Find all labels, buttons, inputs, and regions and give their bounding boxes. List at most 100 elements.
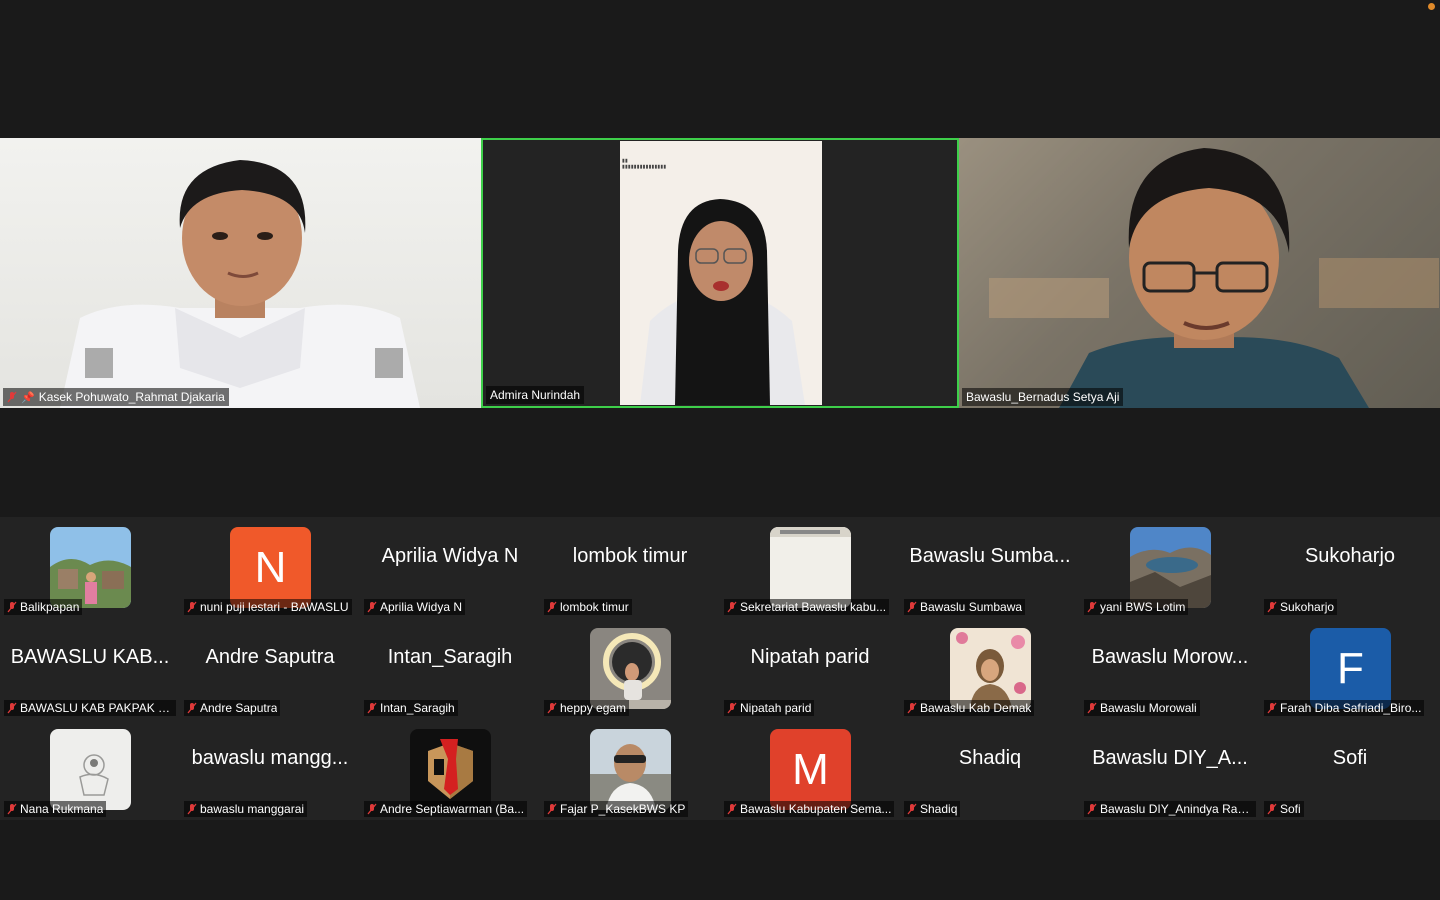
- participant-name: Sekretariat Bawaslu kabu...: [740, 600, 887, 614]
- participant-name-tag: Andre Saputra: [184, 700, 281, 716]
- muted-mic-icon: [1087, 702, 1097, 714]
- gallery-tile[interactable]: Andre Septiawarman (Ba...: [360, 719, 540, 820]
- avatar-letter: F: [1310, 628, 1391, 709]
- gallery-tile[interactable]: yani BWS Lotim: [1080, 517, 1260, 618]
- gallery-tile[interactable]: Bawaslu DIY_A... Bawaslu DIY_Anindya Rac…: [1080, 719, 1260, 820]
- zoom-meeting-window: 📌 Kasek Pohuwato_Rahmat Djakaria ▮▮ ▮▮▮▮▮…: [0, 0, 1440, 900]
- muted-mic-icon: [1087, 803, 1097, 815]
- gallery-tile[interactable]: Shadiq Shadiq: [900, 719, 1080, 820]
- muted-mic-icon: [727, 601, 737, 613]
- gallery-tile[interactable]: Bawaslu Sumba... Bawaslu Sumbawa: [900, 517, 1080, 618]
- participant-name-tag: Sekretariat Bawaslu kabu...: [724, 599, 890, 615]
- participant-name-tag: Bawaslu Sumbawa: [904, 599, 1026, 615]
- gallery-tile[interactable]: Fajar P_KasekBWS KP: [540, 719, 720, 820]
- muted-mic-icon: [907, 601, 917, 613]
- participant-video: [60, 160, 420, 408]
- participant-name: lombok timur: [560, 600, 629, 614]
- gallery-tile[interactable]: lombok timur lombok timur: [540, 517, 720, 618]
- participant-name: Fajar P_KasekBWS KP: [560, 802, 686, 816]
- gallery-tile[interactable]: bawaslu mangg... bawaslu manggarai: [180, 719, 360, 820]
- participant-name-tag: BAWASLU KAB PAKPAK B...: [4, 700, 176, 716]
- muted-mic-icon: [367, 702, 377, 714]
- participant-video: ▮▮ ▮▮▮▮▮▮▮▮▮▮▮▮▮▮▮: [620, 141, 822, 405]
- participant-name: Bawaslu Kab Demak: [920, 701, 1032, 715]
- gallery-tile[interactable]: BAWASLU KAB... BAWASLU KAB PAKPAK B...: [0, 618, 180, 719]
- gallery-tile[interactable]: M Bawaslu Kabupaten Sema...: [720, 719, 900, 820]
- participant-name-tag: Fajar P_KasekBWS KP: [544, 801, 689, 817]
- participant-name-tag: nuni puji lestari - BAWASLU: [184, 599, 352, 615]
- gallery-tile[interactable]: Bawaslu Kab Demak: [900, 618, 1080, 719]
- gallery-tile[interactable]: Sekretariat Bawaslu kabu...: [720, 517, 900, 618]
- video-tile[interactable]: Bawaslu_Bernadus Setya Aji: [959, 138, 1440, 408]
- avatar-letter: M: [770, 729, 851, 810]
- gallery-tile[interactable]: Balikpapan: [0, 517, 180, 618]
- muted-mic-icon: [7, 702, 17, 714]
- muted-mic-icon: [907, 803, 917, 815]
- participant-display-name: BAWASLU KAB...: [10, 646, 170, 668]
- participant-name: Sofi: [1280, 802, 1301, 816]
- participant-display-name: Bawaslu Morow...: [1091, 646, 1249, 668]
- gallery-tile[interactable]: Bawaslu Morow... Bawaslu Morowali: [1080, 618, 1260, 719]
- participant-name-tag: Farah Diba Safriadi_Biro...: [1264, 700, 1425, 716]
- participant-name-tag: bawaslu manggarai: [184, 801, 308, 817]
- participant-name-tag: Bawaslu_Bernadus Setya Aji: [962, 388, 1124, 406]
- gallery-tile[interactable]: F Farah Diba Safriadi_Biro...: [1260, 618, 1440, 719]
- participant-name-tag: heppy egam: [544, 700, 630, 716]
- video-tile-active-speaker[interactable]: ▮▮ ▮▮▮▮▮▮▮▮▮▮▮▮▮▮▮ Admira Nurindah: [481, 138, 959, 408]
- gallery-tile[interactable]: Nipatah parid Nipatah parid: [720, 618, 900, 719]
- participant-name: Balikpapan: [20, 600, 80, 614]
- gallery-tile[interactable]: Intan_Saragih Intan_Saragih: [360, 618, 540, 719]
- muted-mic-icon: [547, 601, 557, 613]
- muted-mic-icon: [367, 803, 377, 815]
- avatar: [50, 527, 131, 608]
- participant-name: Bawaslu Sumbawa: [920, 600, 1023, 614]
- participant-name-tag: Bawaslu DIY_Anindya Rac...: [1084, 801, 1256, 817]
- participant-name: Admira Nurindah: [490, 388, 581, 402]
- recording-indicator: [1428, 3, 1435, 10]
- gallery-tile[interactable]: Sofi Sofi: [1260, 719, 1440, 820]
- gallery-tile[interactable]: N nuni puji lestari - BAWASLU: [180, 517, 360, 618]
- participant-name: Nipatah parid: [740, 701, 812, 715]
- participant-name: Sukoharjo: [1280, 600, 1335, 614]
- muted-mic-icon: [187, 601, 197, 613]
- participant-name-tag: lombok timur: [544, 599, 632, 615]
- gallery-grid: Balikpapan N nuni puji lestari - BAWASLU…: [0, 517, 1440, 820]
- speaker-row: 📌 Kasek Pohuwato_Rahmat Djakaria ▮▮ ▮▮▮▮▮…: [0, 138, 1440, 408]
- participant-display-name: Bawaslu DIY_A...: [1092, 747, 1248, 769]
- bawaslu-logo-icon: [410, 729, 491, 810]
- pin-icon: 📌: [21, 391, 35, 404]
- muted-mic-icon: [547, 702, 557, 714]
- avatar: [1130, 527, 1211, 608]
- avatar: [950, 628, 1031, 709]
- muted-mic-icon: [7, 601, 17, 613]
- gallery-tile[interactable]: Aprilia Widya N Aprilia Widya N: [360, 517, 540, 618]
- avatar: [590, 628, 671, 709]
- participant-name: Bawaslu_Bernadus Setya Aji: [966, 390, 1120, 404]
- participant-display-name: Intan_Saragih: [387, 646, 513, 668]
- gallery-tile[interactable]: Sukoharjo Sukoharjo: [1260, 517, 1440, 618]
- participant-name: nuni puji lestari - BAWASLU: [200, 600, 349, 614]
- gallery-tile[interactable]: Andre Saputra Andre Saputra: [180, 618, 360, 719]
- muted-mic-icon: [1267, 601, 1277, 613]
- gallery-tile[interactable]: Nana Rukmana: [0, 719, 180, 820]
- participant-display-name: lombok timur: [572, 545, 688, 567]
- video-tile[interactable]: 📌 Kasek Pohuwato_Rahmat Djakaria: [0, 138, 481, 408]
- participant-name-tag: Nana Rukmana: [4, 801, 107, 817]
- participant-name-tag: Admira Nurindah: [486, 386, 585, 404]
- muted-mic-icon: [1267, 702, 1277, 714]
- participant-display-name: Andre Saputra: [205, 646, 335, 668]
- participant-name-tag: Bawaslu Morowali: [1084, 700, 1200, 716]
- participant-display-name: Shadiq: [958, 747, 1022, 769]
- participant-display-name: Bawaslu Sumba...: [909, 545, 1071, 567]
- participant-name-tag: Shadiq: [904, 801, 961, 817]
- avatar: [50, 729, 131, 810]
- participant-name: Bawaslu Morowali: [1100, 701, 1197, 715]
- participant-name: yani BWS Lotim: [1100, 600, 1186, 614]
- gallery-tile[interactable]: heppy egam: [540, 618, 720, 719]
- muted-mic-icon: [1267, 803, 1277, 815]
- participant-name: heppy egam: [560, 701, 627, 715]
- participant-name: Andre Saputra: [200, 701, 278, 715]
- avatar-letter: N: [230, 527, 311, 608]
- participant-display-name: bawaslu mangg...: [191, 747, 349, 769]
- participant-name: Shadiq: [920, 802, 958, 816]
